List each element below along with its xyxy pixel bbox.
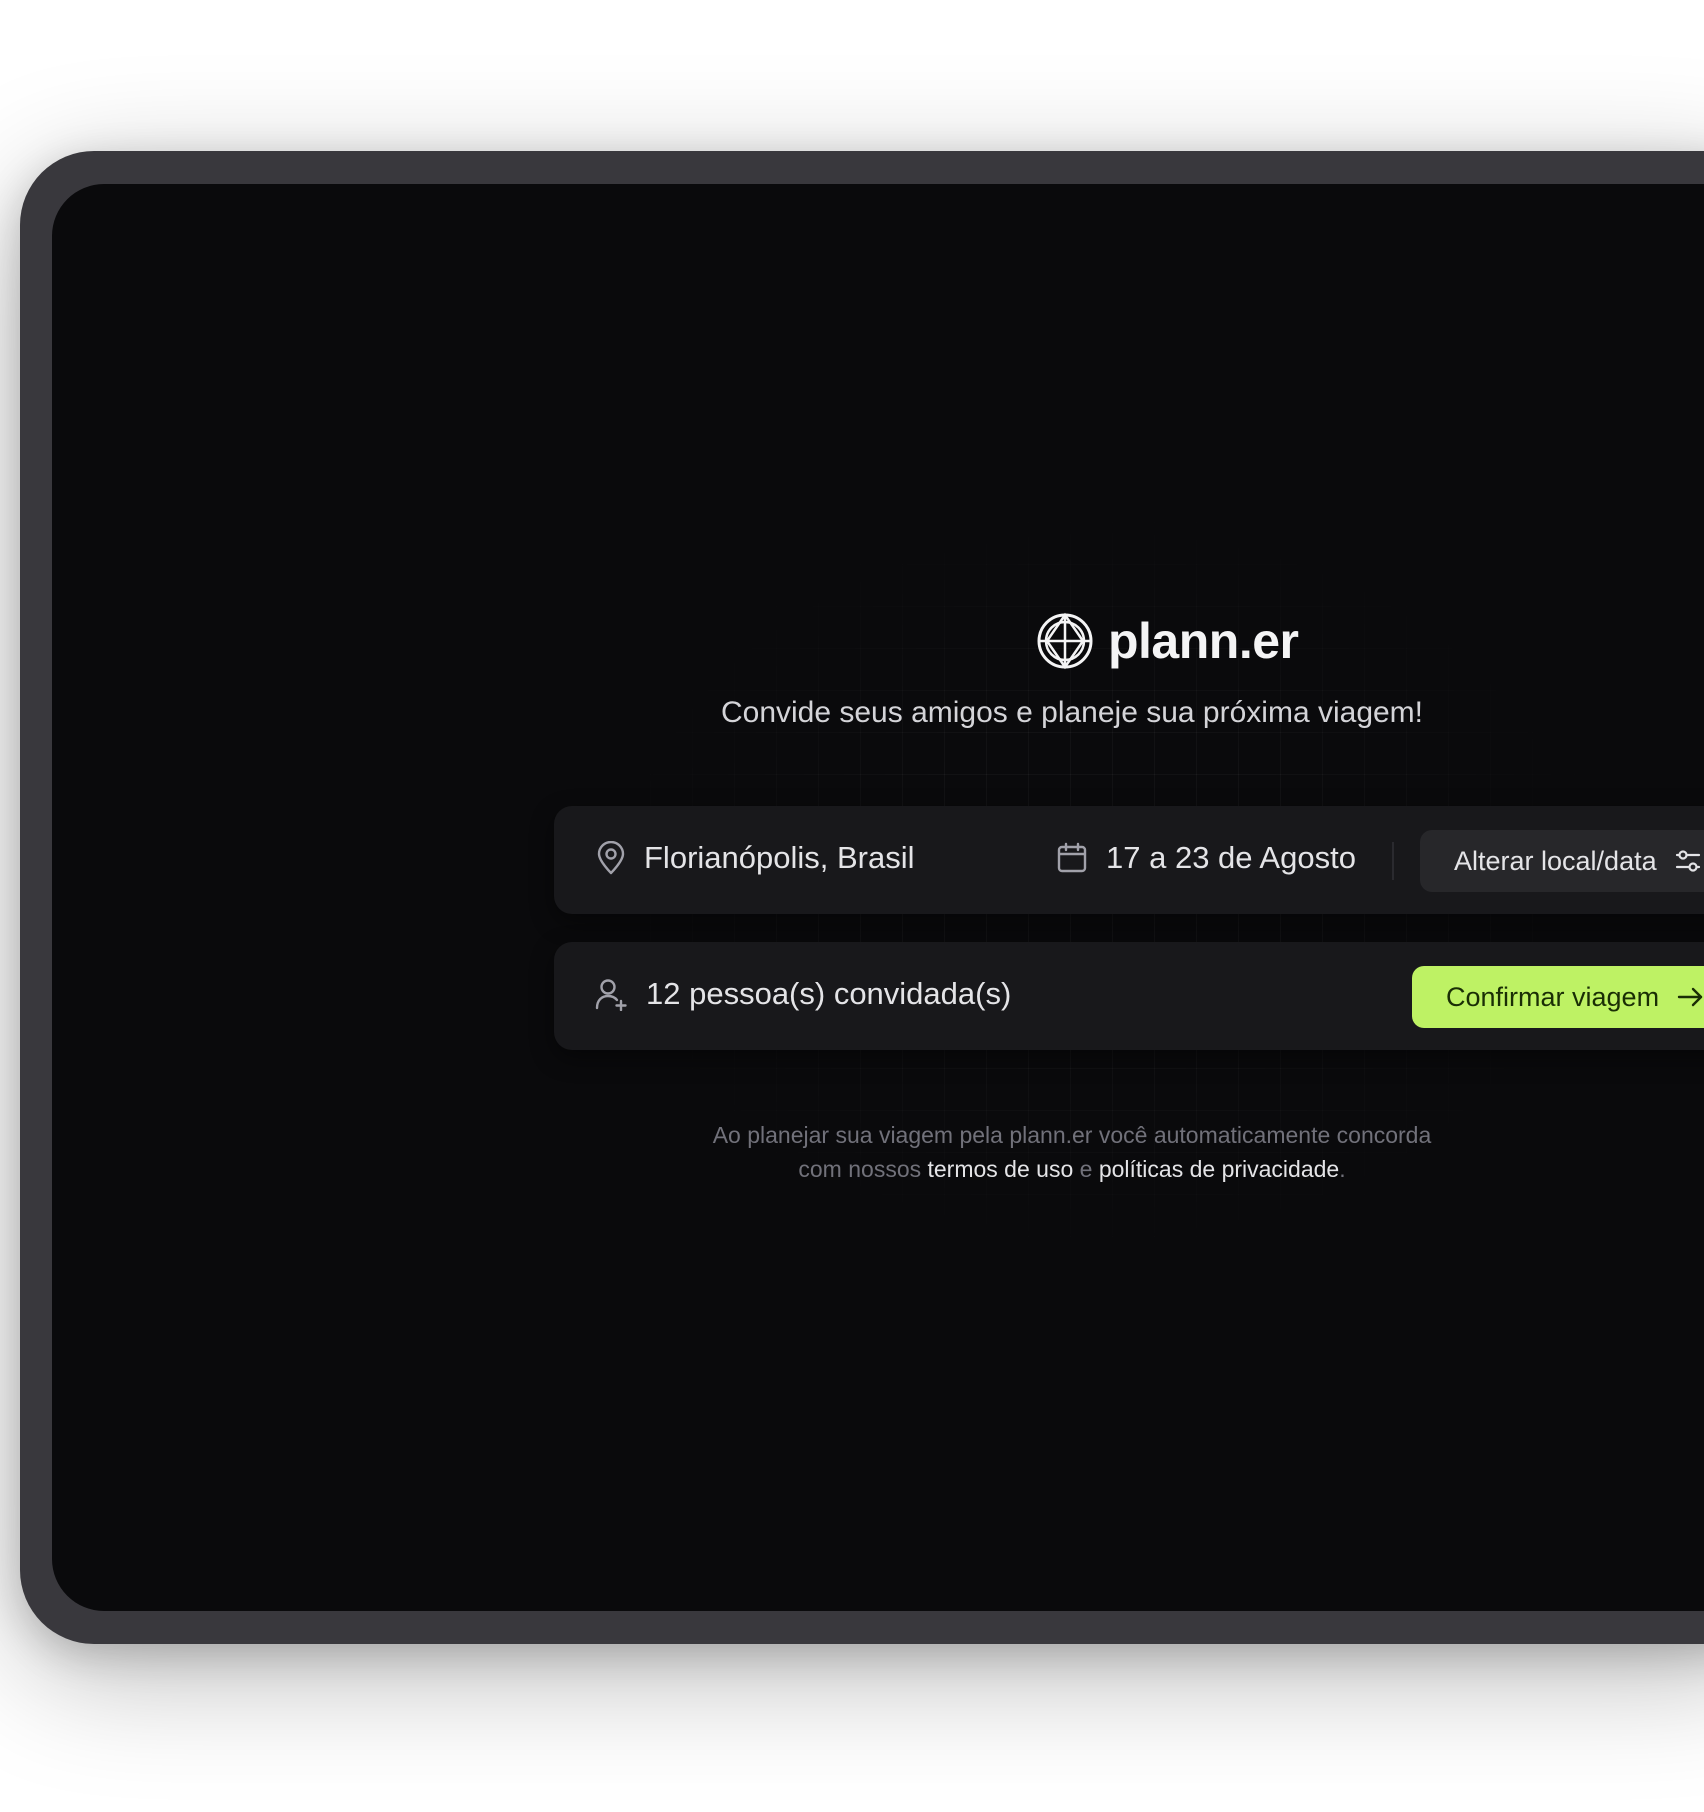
terms-prefix: com nossos: [798, 1156, 922, 1182]
guests-field[interactable]: 12 pessoa(s) convidada(s): [594, 976, 1011, 1012]
confirm-trip-button[interactable]: Confirmar viagem: [1412, 966, 1704, 1028]
terms-suffix: .: [1339, 1156, 1346, 1182]
app-screen: plann.er Convide seus amigos e planeje s…: [52, 184, 1704, 1611]
terms-line-2: com nossos termos de uso e políticas de …: [52, 1152, 1704, 1186]
page: plann.er Convide seus amigos e planeje s…: [0, 0, 1704, 1812]
guests-value: 12 pessoa(s) convidada(s): [646, 976, 1012, 1011]
destination-field[interactable]: Florianópolis, Brasil: [596, 840, 915, 876]
settings-icon: [1675, 850, 1700, 872]
map-pin-icon: [597, 841, 625, 875]
calendar-icon: [1057, 842, 1087, 873]
change-location-date-button[interactable]: Alterar local/data: [1420, 830, 1704, 892]
destination-value: Florianópolis, Brasil: [644, 840, 915, 875]
brand-header: plann.er: [1036, 612, 1299, 670]
terms-of-use-link[interactable]: termos de uso: [928, 1156, 1074, 1182]
terms-line-1: Ao planejar sua viagem pela plann.er voc…: [712, 1122, 1432, 1148]
terms-notice: Ao planejar sua viagem pela plann.er voc…: [52, 1118, 1704, 1186]
privacy-policy-link[interactable]: políticas de privacidade: [1099, 1156, 1339, 1182]
arrow-right-icon: [1677, 987, 1703, 1007]
user-plus-icon: [595, 979, 627, 1011]
trip-details-card: Florianópolis, Brasil 17 a 23 de Agosto …: [554, 806, 1704, 914]
dates-value: 17 a 23 de Agosto: [1106, 840, 1356, 875]
dates-field[interactable]: 17 a 23 de Agosto: [1056, 840, 1356, 876]
terms-conjunction: e: [1079, 1156, 1093, 1182]
confirm-trip-label: Confirmar viagem: [1446, 981, 1660, 1012]
guests-card: 12 pessoa(s) convidada(s) Confirmar viag…: [554, 942, 1704, 1050]
change-location-date-label: Alterar local/data: [1454, 845, 1657, 876]
brand-name: plann.er: [1108, 613, 1299, 669]
divider: [1392, 842, 1394, 880]
tagline: Convide seus amigos e planeje sua próxim…: [720, 696, 1424, 729]
globe-logo-icon: [1037, 612, 1093, 670]
